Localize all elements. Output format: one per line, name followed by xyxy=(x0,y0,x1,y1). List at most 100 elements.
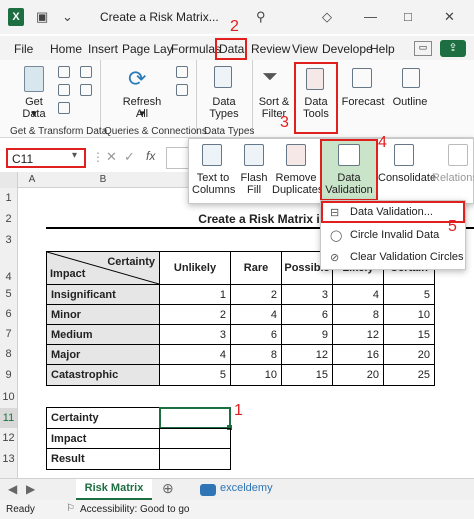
save-icon[interactable]: ▣ xyxy=(36,9,48,25)
matrix-cell[interactable]: 20 xyxy=(332,364,384,386)
row-label-catastrophic[interactable]: Catastrophic xyxy=(46,364,160,386)
enter-icon[interactable]: ✓ xyxy=(124,149,135,165)
refresh-arrow-icon[interactable]: ▾ xyxy=(116,108,168,120)
tab-formulas[interactable]: Formulas xyxy=(171,42,221,56)
menu-item-clear-circles[interactable]: Clear Validation Circles xyxy=(350,251,464,263)
customize-arrow-icon[interactable]: ⌄ xyxy=(62,9,73,25)
row-label-insignificant[interactable]: Insignificant xyxy=(46,284,160,305)
diamond-icon[interactable]: ◇ xyxy=(322,9,332,25)
matrix-cell[interactable]: 10 xyxy=(383,304,435,325)
formula-input[interactable] xyxy=(166,147,190,169)
matrix-cell[interactable]: 9 xyxy=(281,324,333,345)
data-validation-button[interactable]: Data Validation xyxy=(322,172,376,196)
status-accessibility[interactable]: Accessibility: Good to go xyxy=(80,504,190,515)
row-label-minor[interactable]: Minor xyxy=(46,304,160,325)
label-impact[interactable]: Impact xyxy=(46,428,160,449)
remove-duplicates-button[interactable]: Remove Duplicates xyxy=(272,172,323,196)
column-header-a[interactable]: A xyxy=(18,172,46,188)
flash-fill-button[interactable]: Flash Fill xyxy=(236,172,272,196)
matrix-cell[interactable]: 5 xyxy=(159,364,231,386)
from-web-icon[interactable] xyxy=(58,84,70,96)
data-validation-icon[interactable] xyxy=(338,144,360,166)
next-sheet-icon[interactable]: ▶ xyxy=(26,482,35,496)
forecast-icon[interactable] xyxy=(352,68,372,88)
result-cell[interactable] xyxy=(159,448,231,470)
matrix-cell[interactable]: 8 xyxy=(230,344,282,365)
row-header-9[interactable]: 9 xyxy=(0,364,18,386)
input-certainty-cell[interactable] xyxy=(159,407,231,429)
tab-developer[interactable]: Develope xyxy=(322,42,373,56)
row-label-medium[interactable]: Medium xyxy=(46,324,160,345)
text-to-columns-icon[interactable] xyxy=(202,144,222,166)
label-certainty[interactable]: Certainty xyxy=(46,407,160,429)
matrix-cell[interactable]: 3 xyxy=(159,324,231,345)
database-icon[interactable] xyxy=(24,66,44,92)
row-header-5[interactable]: 5 xyxy=(0,284,18,304)
col-header-unlikely[interactable]: Unlikely xyxy=(159,251,231,285)
accessibility-icon[interactable]: ⚐ xyxy=(66,503,75,514)
tab-review[interactable]: Review xyxy=(251,42,290,56)
consolidate-button[interactable]: Consolidate xyxy=(378,172,436,184)
matrix-cell[interactable]: 6 xyxy=(230,324,282,345)
tab-help[interactable]: Help xyxy=(370,42,395,56)
row-header-4[interactable]: 4 xyxy=(0,250,18,284)
matrix-cell[interactable]: 4 xyxy=(159,344,231,365)
matrix-cell[interactable]: 6 xyxy=(281,304,333,325)
text-to-columns-button[interactable]: Text to Columns xyxy=(192,172,235,196)
row-header-13[interactable]: 13 xyxy=(0,448,18,470)
outline-icon[interactable] xyxy=(402,68,420,88)
row-header-6[interactable]: 6 xyxy=(0,304,18,324)
col-header-rare[interactable]: Rare xyxy=(230,251,282,285)
comments-icon[interactable]: ▭ xyxy=(414,41,432,56)
tab-page-layout[interactable]: Page Lay xyxy=(122,42,173,56)
tab-view[interactable]: View xyxy=(292,42,318,56)
matrix-cell[interactable]: 15 xyxy=(281,364,333,386)
matrix-cell[interactable]: 10 xyxy=(230,364,282,386)
matrix-cell[interactable]: 15 xyxy=(383,324,435,345)
minimize-icon[interactable]: — xyxy=(364,9,377,24)
queries-icon[interactable] xyxy=(176,66,188,78)
flash-fill-icon[interactable] xyxy=(244,144,264,166)
close-icon[interactable]: ✕ xyxy=(444,9,455,25)
from-text-icon[interactable] xyxy=(58,66,70,78)
forecast-button[interactable]: Forecast xyxy=(340,96,386,108)
cancel-icon[interactable]: ✕ xyxy=(106,149,117,165)
prev-sheet-icon[interactable]: ◀ xyxy=(8,482,17,496)
matrix-cell[interactable]: 5 xyxy=(383,284,435,305)
tab-insert[interactable]: Insert xyxy=(88,42,118,56)
select-all-corner[interactable] xyxy=(0,172,18,188)
matrix-cell[interactable]: 20 xyxy=(383,344,435,365)
label-result[interactable]: Result xyxy=(46,448,160,470)
row-label-major[interactable]: Major xyxy=(46,344,160,365)
row-header-2[interactable]: 2 xyxy=(0,208,18,230)
existing-connections-icon[interactable] xyxy=(80,84,92,96)
recent-sources-icon[interactable] xyxy=(80,66,92,78)
consolidate-icon[interactable] xyxy=(394,144,414,166)
data-types-icon[interactable] xyxy=(214,66,232,88)
refresh-icon[interactable]: ⟳ xyxy=(128,66,146,92)
matrix-cell[interactable]: 1 xyxy=(159,284,231,305)
outline-button[interactable]: Outline xyxy=(388,96,432,108)
row-header-10[interactable]: 10 xyxy=(0,386,18,408)
add-sheet-icon[interactable]: ⊕ xyxy=(162,480,174,497)
data-types-button[interactable]: Data Types xyxy=(202,96,246,120)
menu-item-data-validation[interactable]: Data Validation... xyxy=(350,206,433,218)
matrix-cell[interactable]: 2 xyxy=(159,304,231,325)
menu-item-circle-invalid[interactable]: Circle Invalid Data xyxy=(350,229,439,241)
row-header-1[interactable]: 1 xyxy=(0,188,18,208)
remove-duplicates-icon[interactable] xyxy=(286,144,306,166)
matrix-cell[interactable]: 12 xyxy=(332,324,384,345)
search-icon[interactable]: ⚲ xyxy=(256,9,266,25)
row-header-12[interactable]: 12 xyxy=(0,428,18,448)
tab-home[interactable]: Home xyxy=(50,42,82,56)
name-box-arrow-icon[interactable]: ▾ xyxy=(72,150,77,161)
row-header-8[interactable]: 8 xyxy=(0,344,18,364)
maximize-icon[interactable]: □ xyxy=(404,9,412,24)
row-header-7[interactable]: 7 xyxy=(0,324,18,344)
row-header-11[interactable]: 11 xyxy=(0,408,18,428)
row-header-3[interactable]: 3 xyxy=(0,230,18,250)
diagonal-header-cell[interactable]: Certainty Impact xyxy=(46,251,160,285)
share-icon[interactable]: ⇪ xyxy=(440,40,466,57)
input-impact-cell[interactable] xyxy=(159,428,231,449)
matrix-cell[interactable]: 3 xyxy=(281,284,333,305)
